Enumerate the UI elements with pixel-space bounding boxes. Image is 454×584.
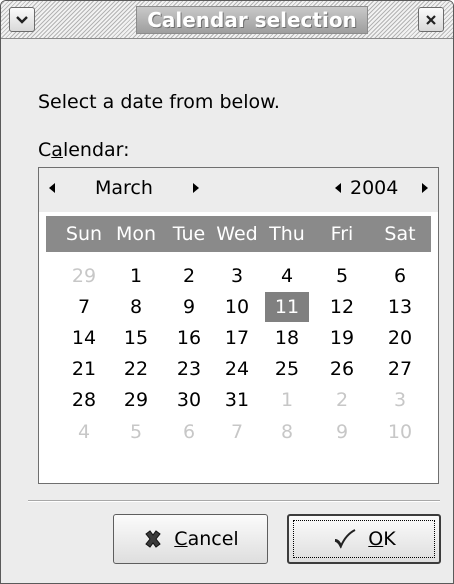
day-cell[interactable]: 28 — [62, 385, 106, 415]
day-name-sun: Sun — [65, 223, 103, 245]
day-name-mon: Mon — [115, 223, 157, 245]
day-cell[interactable]: 29 — [62, 261, 106, 291]
day-cell[interactable]: 6 — [378, 261, 422, 291]
day-cell[interactable]: 2 — [167, 261, 211, 291]
year-label: 2004 — [350, 177, 399, 199]
day-cell[interactable]: 8 — [265, 417, 309, 447]
calendar-widget[interactable]: March 2004 Sun Mon Tue Wed Thu Fri Sat 29 1 2 3 4 5… — [38, 167, 439, 484]
ok-button[interactable]: OK — [287, 514, 441, 564]
title-bar[interactable]: Calendar selection — [1, 1, 453, 39]
triangle-right-icon — [193, 183, 199, 193]
day-cell[interactable]: 1 — [265, 385, 309, 415]
day-cell[interactable]: 30 — [167, 385, 211, 415]
day-name-wed: Wed — [216, 223, 258, 245]
day-cell[interactable]: 9 — [320, 417, 364, 447]
day-cell[interactable]: 10 — [378, 417, 422, 447]
day-cell[interactable]: 5 — [320, 261, 364, 291]
calendar-label-mnemonic: a — [51, 139, 63, 161]
day-cell[interactable]: 21 — [62, 354, 106, 384]
ok-label: OK — [368, 528, 396, 550]
day-cell[interactable]: 16 — [167, 323, 211, 353]
cancel-button[interactable]: Cancel — [113, 514, 268, 564]
day-cell[interactable]: 14 — [62, 323, 106, 353]
cancel-label: Cancel — [174, 528, 239, 550]
window-menu-button[interactable] — [9, 7, 35, 32]
day-cell[interactable]: 10 — [215, 292, 259, 322]
day-cell[interactable]: 4 — [62, 417, 106, 447]
month-label: March — [95, 177, 153, 199]
day-cell[interactable]: 20 — [378, 323, 422, 353]
day-cell[interactable]: 7 — [62, 292, 106, 322]
day-cell[interactable]: 8 — [114, 292, 158, 322]
day-cell[interactable]: 15 — [114, 323, 158, 353]
day-cell[interactable]: 4 — [265, 261, 309, 291]
day-cell[interactable]: 29 — [114, 385, 158, 415]
next-year-button[interactable] — [416, 177, 434, 199]
checkmark-icon — [335, 529, 356, 549]
calendar-label-post: lendar: — [62, 139, 130, 161]
close-icon — [426, 14, 436, 25]
prev-year-button[interactable] — [329, 177, 347, 199]
chevron-down-icon — [16, 15, 28, 24]
day-cell[interactable]: 24 — [215, 354, 259, 384]
day-cell[interactable]: 3 — [378, 385, 422, 415]
day-cell[interactable]: 19 — [320, 323, 364, 353]
close-button[interactable] — [418, 7, 444, 32]
instruction-text: Select a date from below. — [38, 91, 280, 113]
cancel-x-icon — [145, 530, 162, 548]
day-name-tue: Tue — [172, 223, 206, 245]
day-cell[interactable]: 6 — [167, 417, 211, 447]
day-cell[interactable]: 27 — [378, 354, 422, 384]
day-cell[interactable]: 31 — [215, 385, 259, 415]
calendar-header: March 2004 — [39, 168, 438, 212]
prev-month-button[interactable] — [43, 177, 61, 199]
day-cell[interactable]: 1 — [114, 261, 158, 291]
day-name-sat: Sat — [384, 223, 416, 245]
day-cell[interactable]: 13 — [378, 292, 422, 322]
day-cell[interactable]: 5 — [114, 417, 158, 447]
selected-day-cell[interactable]: 11 — [265, 292, 309, 322]
next-month-button[interactable] — [187, 177, 205, 199]
calendar-label: Calendar: — [38, 139, 130, 161]
focus-ring — [293, 520, 435, 558]
separator — [28, 500, 440, 502]
day-cell[interactable]: 7 — [215, 417, 259, 447]
day-name-thu: Thu — [269, 223, 305, 245]
day-cell[interactable]: 26 — [320, 354, 364, 384]
window-title: Calendar selection — [147, 8, 357, 32]
day-cell[interactable]: 2 — [320, 385, 364, 415]
day-names-row: Sun Mon Tue Wed Thu Fri Sat — [46, 216, 431, 252]
day-cell[interactable]: 12 — [320, 292, 364, 322]
day-cell[interactable]: 3 — [215, 261, 259, 291]
triangle-right-icon — [422, 183, 428, 193]
day-cell[interactable]: 18 — [265, 323, 309, 353]
day-cell[interactable]: 23 — [167, 354, 211, 384]
triangle-left-icon — [49, 183, 55, 193]
calendar-label-pre: C — [38, 139, 52, 161]
day-cell[interactable]: 22 — [114, 354, 158, 384]
day-cell[interactable]: 17 — [215, 323, 259, 353]
day-cell[interactable]: 25 — [265, 354, 309, 384]
day-cell[interactable]: 9 — [167, 292, 211, 322]
day-name-fri: Fri — [330, 223, 354, 245]
calendar-dialog: Calendar selection Select a date from be… — [0, 0, 454, 584]
triangle-left-icon — [335, 183, 341, 193]
